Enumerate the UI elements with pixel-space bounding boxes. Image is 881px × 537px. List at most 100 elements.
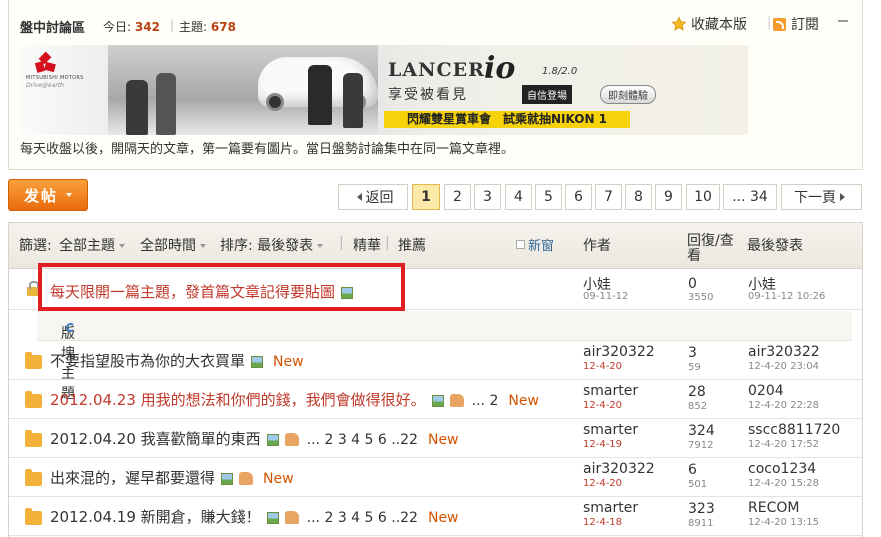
chevron-right-icon <box>840 193 845 201</box>
page-9[interactable]: 9 <box>655 184 682 210</box>
thread-views: 852 <box>688 401 708 412</box>
thumbs-up-icon <box>239 472 254 485</box>
page-3[interactable]: 3 <box>474 184 501 210</box>
last-post-date[interactable]: 09-11-12 10:26 <box>748 291 825 302</box>
favorite-forum-link[interactable]: 收藏本版 <box>671 14 747 34</box>
image-icon <box>266 433 279 446</box>
new-badge: New <box>273 354 304 370</box>
banner-slogan-tag: 自信登場 <box>522 85 572 104</box>
section-divider: 版塊主題 <box>37 311 852 402</box>
pagination-back[interactable]: 返回 <box>338 184 408 210</box>
folder-icon <box>25 508 42 525</box>
thread-title[interactable]: 2012.04.20 我喜歡簡單的東西... 2 3 4 5 6 ..22 New <box>50 428 459 449</box>
new-badge: New <box>508 393 539 409</box>
collapse-icon[interactable] <box>838 20 848 22</box>
thread-replies: 6 <box>688 462 697 478</box>
thread-row[interactable]: 2012.04.23 用我的想法和你們的錢，我們會做得很好。... 2 New sm… <box>9 380 862 419</box>
thread-pages[interactable]: ... 2 3 4 5 6 ..22 <box>307 432 418 448</box>
last-post-author[interactable]: air320322 <box>748 344 820 360</box>
sort-select[interactable]: 排序: 最後發表 <box>220 235 324 255</box>
banner-model-suffix: io <box>484 51 516 86</box>
pinned-thread-title[interactable]: 每天限開一篇主題，發首篇文章記得要貼圖 <box>50 281 354 302</box>
new-post-button[interactable]: 发帖 <box>8 179 88 211</box>
thread-row[interactable]: 2012.04.20 我喜歡簡單的東西... 2 3 4 5 6 ..22 New… <box>9 419 862 458</box>
chevron-left-icon <box>356 193 362 201</box>
page-5[interactable]: 5 <box>535 184 562 210</box>
thread-views: 3550 <box>688 292 714 303</box>
pagination-next-label: 下一頁 <box>794 190 836 206</box>
thread-views: 59 <box>688 362 701 373</box>
last-post-date[interactable]: 12-4-20 15:28 <box>748 478 819 489</box>
banner-cta-button[interactable]: 即刻體驗 <box>600 85 656 104</box>
page-last[interactable]: ... 34 <box>723 184 777 210</box>
thread-replies: 28 <box>688 384 706 400</box>
page-2[interactable]: 2 <box>444 184 471 210</box>
last-post-author[interactable]: 0204 <box>748 383 784 399</box>
page-10[interactable]: 10 <box>686 184 720 210</box>
pagination-next[interactable]: 下一頁 <box>781 184 862 210</box>
banner-brand: MITSUBISHI MOTORS <box>26 75 84 81</box>
last-post-author[interactable]: sscc8811720 <box>748 422 840 438</box>
rss-icon <box>773 17 786 31</box>
thread-views: 8911 <box>688 518 714 529</box>
mitsubishi-logo <box>32 51 58 75</box>
page-8[interactable]: 8 <box>625 184 652 210</box>
thread-title[interactable]: 不要指望股市為你的大衣買單 New <box>50 350 304 371</box>
thread-row[interactable]: 2012.04.19 新開倉，賺大錢！... 2 3 4 5 6 ..22 New… <box>9 497 862 536</box>
last-post-date[interactable]: 12-4-20 17:52 <box>748 439 819 450</box>
topics-label: 主題: <box>179 20 208 34</box>
today-count: 342 <box>134 20 160 34</box>
thread-author[interactable]: air320322 <box>583 344 655 360</box>
forum-notice: 每天收盤以後，開隔天的文章，第一篇要有圖片。當日盤勢討論集中在同一篇文章裡。 <box>20 142 515 157</box>
page-1[interactable]: 1 <box>412 184 440 210</box>
pinned-thread-row[interactable]: 每天限開一篇主題，發首篇文章記得要貼圖 小娃 09-11-12 0 3550 小… <box>9 270 862 310</box>
filter-all-topics[interactable]: 全部主題 <box>59 235 125 255</box>
new-badge: New <box>263 471 294 487</box>
thread-author[interactable]: smarter <box>583 422 638 438</box>
filter-separator: | <box>339 235 344 251</box>
subscribe-label: 訂閱 <box>791 17 819 33</box>
last-post-author[interactable]: coco1234 <box>748 461 816 477</box>
checkbox-icon[interactable] <box>516 240 525 249</box>
chevron-down-icon <box>317 244 324 248</box>
filter-all-time[interactable]: 全部時間 <box>140 235 206 255</box>
subscribe-link[interactable]: 訂閱 <box>773 14 819 34</box>
filter-digest[interactable]: 精華 <box>353 235 381 255</box>
last-post-date[interactable]: 12-4-20 23:04 <box>748 361 819 372</box>
last-post-date[interactable]: 12-4-20 22:28 <box>748 400 819 411</box>
thread-pages[interactable]: ... 2 <box>472 393 499 409</box>
last-post-author[interactable]: RECOM <box>748 500 799 516</box>
thread-row[interactable]: 出來混的，遲早都要還得 New air320322 12-4-20 6 501 coco12… <box>9 458 862 497</box>
image-icon <box>266 511 279 524</box>
banner-brand-tag: Drive@earth <box>26 82 64 89</box>
thread-author-date: 12-4-20 <box>583 400 623 411</box>
new-post-label: 发帖 <box>23 186 58 205</box>
page-7[interactable]: 7 <box>595 184 622 210</box>
thread-title[interactable]: 2012.04.19 新開倉，賺大錢！... 2 3 4 5 6 ..22 New <box>50 506 459 527</box>
thread-author[interactable]: smarter <box>583 500 638 516</box>
thread-author[interactable]: air320322 <box>583 461 655 477</box>
thread-title[interactable]: 2012.04.23 用我的想法和你們的錢，我們會做得很好。... 2 New <box>50 389 539 410</box>
thread-views: 7912 <box>688 440 714 451</box>
last-post-date[interactable]: 12-4-20 13:15 <box>748 517 819 528</box>
thread-pages[interactable]: ... 2 3 4 5 6 ..22 <box>307 510 418 526</box>
thread-title[interactable]: 出來混的，遲早都要還得 New <box>50 467 294 488</box>
image-icon <box>341 286 354 299</box>
ad-banner[interactable]: MITSUBISHI MOTORS Drive@earth LANCER io … <box>20 45 748 135</box>
filter-recommended[interactable]: 推薦 <box>398 235 426 255</box>
stat-separator: | <box>170 18 175 32</box>
page-4[interactable]: 4 <box>505 184 532 210</box>
image-icon <box>431 394 444 407</box>
thread-author[interactable]: smarter <box>583 383 638 399</box>
new-window-toggle[interactable]: 新窗 <box>516 235 554 254</box>
thread-author-date: 12-4-18 <box>583 517 623 528</box>
forum-header: 盤中討論區 今日: 342 | 主題: 678 收藏本版 | 訂閱 MITSUB… <box>8 0 863 170</box>
header-separator: | <box>767 15 772 30</box>
thread-replies: 3 <box>688 345 697 361</box>
thread-replies: 324 <box>688 423 715 439</box>
page-6[interactable]: 6 <box>565 184 592 210</box>
thread-row[interactable]: 不要指望股市為你的大衣買單 New air320322 12-4-20 3 59 air32… <box>9 341 862 380</box>
banner-version: 1.8/2.0 <box>542 66 578 77</box>
forum-title: 盤中討論區 <box>20 21 86 36</box>
banner-photo <box>108 45 378 135</box>
